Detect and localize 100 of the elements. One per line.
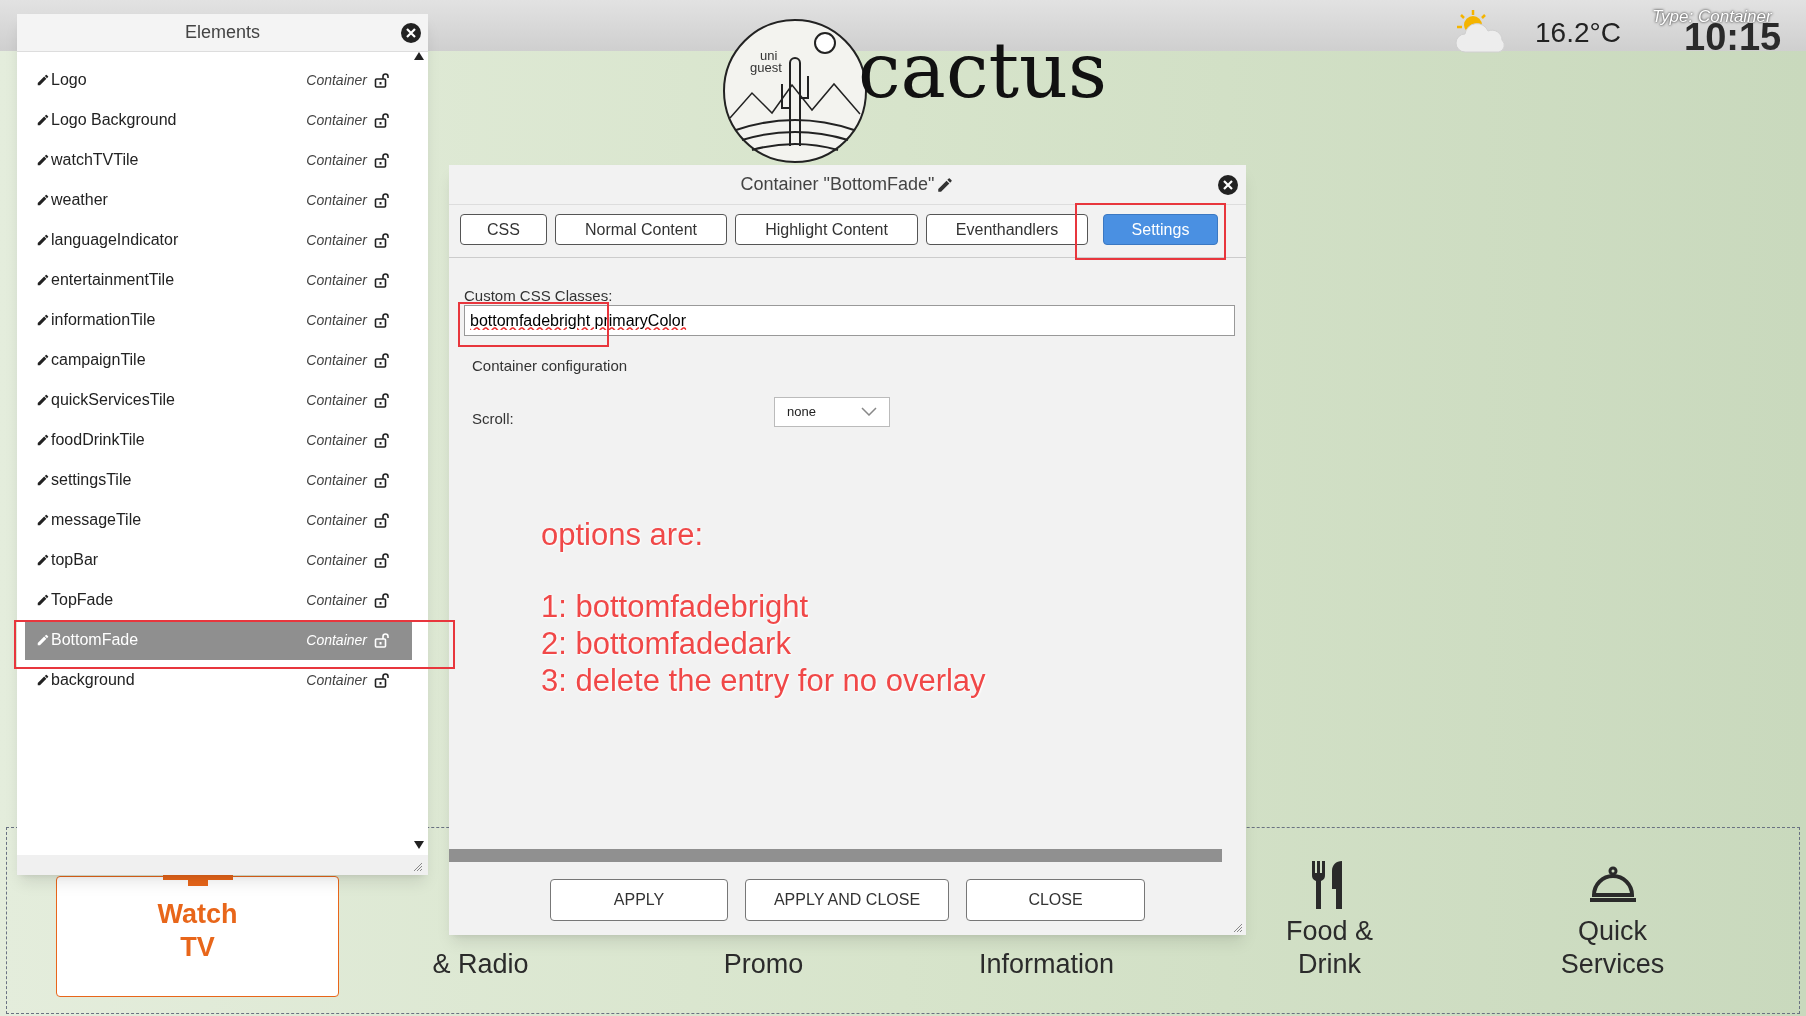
element-list-item[interactable]: quickServicesTile Container [25, 380, 412, 420]
element-type: Container [306, 70, 367, 90]
horizontal-scrollbar[interactable] [449, 849, 1222, 862]
unlocked-icon[interactable] [374, 112, 390, 128]
element-list-item[interactable]: messageTile Container [25, 500, 412, 540]
unlocked-icon[interactable] [374, 152, 390, 168]
unlocked-icon[interactable] [374, 72, 390, 88]
close-icon[interactable] [1218, 175, 1238, 195]
element-type: Container [306, 430, 367, 450]
element-list-item[interactable]: TopFade Container [25, 580, 412, 620]
element-list-item[interactable]: Logo Container [25, 60, 412, 100]
temperature: 16.2°C [1535, 16, 1621, 50]
element-list-item[interactable]: settingsTile Container [25, 460, 412, 500]
element-name: weather [51, 190, 108, 210]
logo-small-text: uni [760, 48, 778, 63]
resize-grip-icon[interactable] [414, 863, 422, 871]
unlocked-icon[interactable] [374, 472, 390, 488]
element-type: Container [306, 110, 367, 130]
tab[interactable]: Highlight Content [735, 214, 918, 245]
element-type: Container [306, 590, 367, 610]
element-type: Container [306, 190, 367, 210]
resize-grip-icon[interactable] [1234, 924, 1242, 932]
field-label: Scroll: [472, 408, 515, 429]
tile-label: Food & [1285, 915, 1374, 948]
element-name: campaignTile [51, 350, 146, 370]
cloche-icon [1589, 865, 1636, 905]
pencil-icon[interactable] [36, 233, 50, 247]
logo-wordmark: cactus [858, 33, 1107, 109]
element-list-item[interactable]: topBar Container [25, 540, 412, 580]
pencil-icon[interactable] [36, 593, 50, 607]
dialog-title: Container "BottomFade" [740, 173, 935, 196]
element-name: entertainmentTile [51, 270, 175, 290]
scroll-down-icon[interactable] [414, 841, 424, 849]
element-list-item[interactable]: weather Container [25, 180, 412, 220]
tab[interactable]: CSS [460, 214, 547, 245]
element-name: Logo Background [51, 110, 177, 130]
pencil-icon[interactable] [36, 433, 50, 447]
element-name: quickServicesTile [51, 390, 175, 410]
annotation-text: 3: delete the entry for no overlay [541, 662, 986, 699]
unlocked-icon[interactable] [374, 672, 390, 688]
element-type: Container [306, 670, 367, 690]
tile-label: Information [978, 948, 1115, 981]
pencil-icon[interactable] [36, 513, 50, 527]
scroll-dropdown[interactable]: none [774, 396, 890, 427]
pencil-icon[interactable] [36, 313, 50, 327]
pencil-icon[interactable] [36, 73, 50, 87]
close-icon[interactable] [401, 23, 421, 43]
unlocked-icon[interactable] [374, 552, 390, 568]
element-list-item[interactable]: informationTile Container [25, 300, 412, 340]
unlocked-icon[interactable] [374, 352, 390, 368]
dialog-button[interactable]: CLOSE [966, 879, 1145, 921]
dialog-button[interactable]: APPLY [550, 879, 728, 921]
annotation-text: 1: bottomfadebright [541, 588, 810, 625]
pencil-icon[interactable] [36, 273, 50, 287]
pencil-icon[interactable] [36, 353, 50, 367]
element-name: informationTile [51, 310, 156, 330]
pencil-icon[interactable] [36, 113, 50, 127]
unlocked-icon[interactable] [374, 592, 390, 608]
tile-label: Drink [1298, 948, 1361, 981]
unlocked-icon[interactable] [374, 272, 390, 288]
element-list-item[interactable]: campaignTile Container [25, 340, 412, 380]
section-label: Container configuration [472, 356, 629, 376]
unlocked-icon[interactable] [374, 312, 390, 328]
unlocked-icon[interactable] [374, 392, 390, 408]
element-type: Container [306, 270, 367, 290]
annotation-text: options are: [541, 516, 704, 553]
element-name: TopFade [51, 590, 114, 610]
field-label: Custom CSS Classes: [464, 288, 614, 303]
tv-icon [162, 875, 233, 887]
element-list-item[interactable]: languageIndicator Container [25, 220, 412, 260]
pencil-icon[interactable] [936, 175, 955, 194]
pencil-icon[interactable] [36, 153, 50, 167]
tab[interactable]: Normal Content [555, 214, 727, 245]
element-name: foodDrinkTile [51, 430, 145, 450]
element-list-item[interactable]: entertainmentTile Container [25, 260, 412, 300]
unlocked-icon[interactable] [374, 512, 390, 528]
element-type: Container [306, 630, 367, 650]
pencil-icon[interactable] [36, 193, 50, 207]
tab[interactable]: Eventhandlers [926, 214, 1088, 245]
element-name: settingsTile [51, 470, 132, 490]
pencil-icon[interactable] [36, 473, 50, 487]
pencil-icon[interactable] [36, 393, 50, 407]
element-list-item[interactable]: background Container [25, 660, 412, 700]
pencil-icon[interactable] [36, 673, 50, 687]
tile-label: Quick [1578, 915, 1647, 948]
element-name: watchTVTile [51, 150, 139, 170]
tile-label: & Radio [432, 948, 529, 981]
unlocked-icon[interactable] [374, 432, 390, 448]
element-list-item[interactable]: Logo Background Container [25, 100, 412, 140]
unlocked-icon[interactable] [374, 192, 390, 208]
pencil-icon[interactable] [36, 553, 50, 567]
element-type: Container [306, 390, 367, 410]
element-list-item[interactable]: watchTVTile Container [25, 140, 412, 180]
element-name: Logo [51, 70, 87, 90]
logo-small-text: guest [750, 60, 782, 75]
dialog-button[interactable]: APPLY AND CLOSE [745, 879, 949, 921]
unlocked-icon[interactable] [374, 232, 390, 248]
element-list-item[interactable]: foodDrinkTile Container [25, 420, 412, 460]
annotation-text: 2: bottomfadedark [541, 625, 792, 662]
tile-label: Services [1560, 948, 1665, 981]
